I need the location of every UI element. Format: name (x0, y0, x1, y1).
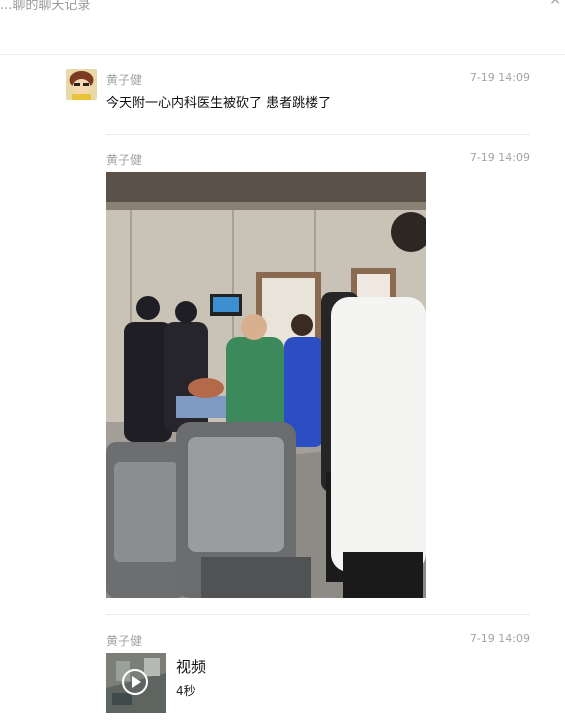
message-text: 今天附一心内科医生被砍了 患者跳楼了 (106, 96, 332, 111)
message-divider (106, 134, 530, 135)
video-duration: 4秒 (176, 684, 196, 698)
video-thumbnail[interactable] (106, 653, 166, 713)
message-item: 黄子健 7-19 14:09 (106, 632, 530, 652)
message-time: 7-19 14:09 (469, 71, 530, 84)
window-title: ...聊的聊天记录 (0, 0, 91, 13)
chat-history-header: ...聊的聊天记录 × (0, 0, 565, 55)
close-icon[interactable]: × (549, 0, 561, 8)
message-time: 7-19 14:09 (469, 151, 530, 164)
sender-name: 黄子健 (106, 153, 143, 167)
sender-name: 黄子健 (106, 634, 143, 648)
sender-name: 黄子健 (106, 73, 143, 87)
message-divider (106, 614, 530, 615)
avatar[interactable] (66, 69, 97, 100)
message-time: 7-19 14:09 (469, 632, 530, 645)
message-image[interactable] (106, 172, 426, 598)
message-item: 黄子健 7-19 14:09 (106, 151, 530, 171)
video-title[interactable]: 视频 (176, 656, 206, 677)
play-icon[interactable] (122, 669, 148, 695)
message-item: 黄子健 7-19 14:09 今天附一心内科医生被砍了 患者跳楼了 (106, 71, 530, 111)
